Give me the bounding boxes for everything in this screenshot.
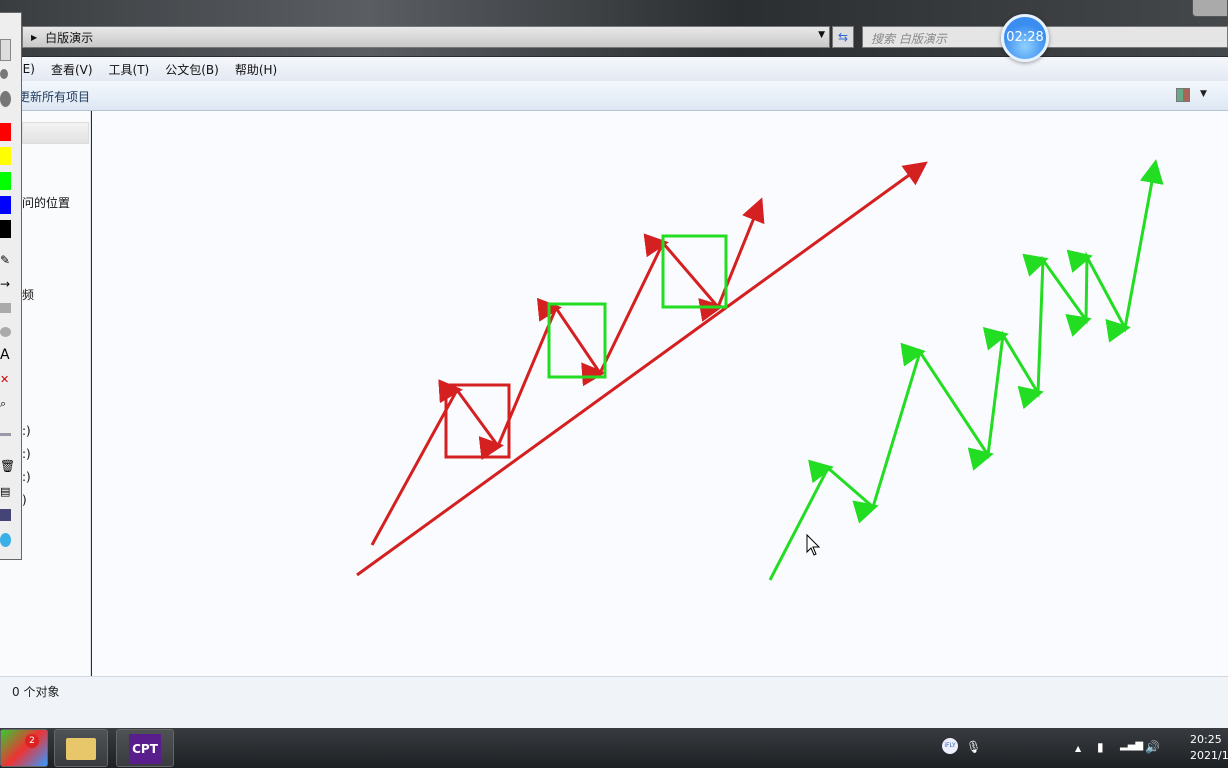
microphone-icon[interactable]: 🎙 [966, 740, 981, 754]
recording-timer[interactable]: 02:28 [1001, 14, 1049, 62]
trash-icon[interactable]: 🗑 [0, 459, 15, 473]
show-hidden-icons[interactable]: ▲ [1075, 744, 1081, 753]
arrow-tool-icon[interactable]: → [0, 277, 11, 291]
save-icon[interactable] [0, 509, 11, 521]
explorer-button[interactable] [54, 729, 108, 767]
annotation-layer [356, 159, 1164, 581]
volume-icon[interactable]: 🔊 [1145, 740, 1160, 754]
pen-size-button[interactable] [0, 39, 11, 61]
color-black[interactable] [0, 220, 11, 238]
rectangle-tool-icon[interactable] [0, 303, 11, 313]
clock[interactable]: 20:25 2021/1 [1190, 732, 1228, 764]
green-zigzag-arrow [768, 159, 1164, 581]
pencil-icon[interactable]: ✎ [0, 253, 11, 267]
cpt-app-button[interactable]: CPT [116, 729, 174, 767]
color-yellow[interactable] [0, 147, 11, 165]
drawing-toolbox: ✎ → A ✕ ⌕ 🗑 ▤ [0, 12, 22, 560]
power-icon[interactable]: ▮ [1097, 740, 1104, 754]
network-icon[interactable]: ▂▄▆ [1120, 740, 1143, 751]
cpt-logo: CPT [129, 734, 161, 764]
zoom-tool-icon[interactable]: ⌕ [0, 397, 11, 411]
small-dot-icon[interactable] [0, 69, 8, 79]
mouse-cursor-icon [806, 533, 821, 556]
color-green[interactable] [0, 172, 11, 190]
status-text: 0 个对象 [12, 685, 60, 699]
line-width-icon[interactable] [0, 433, 11, 436]
clock-date: 2021/1 [1190, 749, 1228, 762]
eraser-icon[interactable]: ✕ [0, 373, 11, 386]
app-button-start-menu[interactable]: 2 [0, 729, 48, 767]
red-trend-line [356, 161, 928, 577]
large-dot-icon[interactable] [0, 91, 11, 107]
info-icon[interactable] [0, 533, 11, 547]
taskbar: 2 CPT [0, 728, 1228, 768]
green-box [661, 234, 728, 309]
color-red[interactable] [0, 123, 11, 141]
ellipse-tool-icon[interactable] [0, 327, 11, 337]
red-zigzag-arrow [370, 197, 765, 546]
status-bar: 0 个对象 [0, 676, 1228, 728]
text-tool-icon[interactable]: A [0, 347, 11, 363]
ime-icon[interactable]: iFLY [942, 738, 958, 754]
notification-badge: 2 [25, 734, 39, 748]
document-icon[interactable]: ▤ [0, 485, 11, 498]
folder-icon [66, 738, 96, 760]
clock-time: 20:25 [1190, 733, 1222, 746]
color-blue[interactable] [0, 196, 11, 214]
